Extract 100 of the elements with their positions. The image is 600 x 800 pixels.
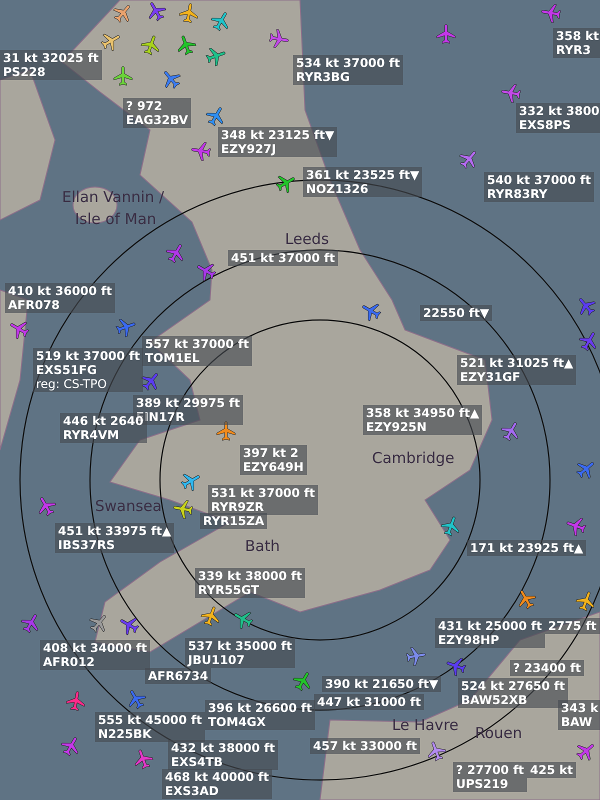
callsign-text: EZY98HP [438,633,500,647]
airplane-icon[interactable] [206,48,226,66]
speed-altitude-text: 555 kt 45000 ft [98,713,202,727]
speed-altitude-text: 531 kt 37000 ft [211,486,316,500]
speed-altitude-text: 557 kt 37000 ft [145,337,250,351]
speed-altitude-text: 431 kt 25000 ft [438,619,542,633]
callsign-text: N225BK [98,727,152,741]
airplane-icon[interactable] [180,474,200,492]
speed-altitude-text: 447 kt 31000 ft [317,695,422,709]
callsign-text: EZY31GF [460,370,520,384]
airplane-icon[interactable] [10,322,30,340]
callsign-text: EAG32BV [126,113,188,127]
speed-altitude-text: 534 kt 37000 ft [296,56,400,70]
place-name-text: Leeds [285,229,329,250]
airplane-icon[interactable] [406,647,426,666]
registration-text: reg: CS-TPO [36,377,107,391]
callsign-text: IBS37RS [58,538,115,552]
speed-altitude-text: 457 kt 33000 ft [313,739,418,753]
airplane-icon[interactable] [206,107,224,126]
airplane-icon[interactable] [440,516,460,536]
callsign-text: BAW52XB [461,693,528,707]
airplane-icon[interactable] [100,34,120,52]
speed-altitude-text: 389 kt 29975 ft [136,396,240,410]
callsign-text: EZY649H [243,460,304,474]
speed-altitude-text: 22550 ft▼ [423,306,490,320]
callsign-text: EXS51FG [36,363,97,377]
callsign-text: AFR012 [43,655,95,669]
airplane-icon[interactable] [576,592,594,612]
speed-altitude-text: 2775 ft [548,619,597,633]
callsign-text: PS228 [3,65,46,79]
speed-altitude-text: 521 kt 31025 ft▲ [460,356,574,370]
airplane-icon[interactable] [210,12,228,32]
callsign-text: RYR4VM [63,428,120,442]
airplane-icon[interactable] [113,5,130,23]
callsign-text: TOM4GX [208,715,266,729]
speed-altitude-text: 358 kt 34950 ft▲ [366,406,480,420]
airplane-icon[interactable] [362,304,382,322]
airplane-icon[interactable] [191,142,211,161]
place-name-text: Swansea [95,496,162,517]
callsign-text: AFR6734 [148,669,208,683]
speed-altitude-text: ? 23400 ft [513,661,582,675]
airplane-icon[interactable] [269,29,289,48]
speed-altitude-text: 397 kt 2 [243,446,298,460]
airplane-icon[interactable] [89,615,106,633]
airplane-icon[interactable] [500,422,518,442]
airplane-icon[interactable] [120,618,140,636]
place-name-text: Le Havre [392,715,459,736]
speed-altitude-text: 358 kt [556,29,599,43]
speed-altitude-text: ? 27700 ft [456,763,524,777]
airplane-icon[interactable] [234,612,254,630]
airplane-icon[interactable] [578,332,596,352]
callsign-text: RYR3BG [296,70,350,84]
airplane-icon[interactable] [178,36,196,56]
speed-altitude-text: 396 kt 26600 ft [208,701,312,715]
airplane-icon[interactable] [276,176,295,194]
place-name-text: Cambridge [372,448,454,469]
speed-altitude-text: 408 kt 34000 ft [43,641,148,655]
airplane-icon[interactable] [164,71,181,89]
airplane-icon[interactable] [173,500,193,519]
speed-altitude-text: 410 kt 36000 ft [8,284,112,298]
callsign-text: RYR83RY [487,187,548,201]
callsign-text: JBU1107 [188,653,245,667]
speed-altitude-text: 425 kt [530,763,573,777]
airplane-icon[interactable] [292,672,310,692]
callsign-text: EXS3AD [165,784,219,798]
callsign-text: EZY927J [221,142,276,156]
airplane-icon[interactable] [179,3,198,23]
speed-altitude-text: 468 kt 40000 ft [165,770,270,784]
airplane-icon[interactable] [446,658,466,676]
airplane-icon[interactable] [459,151,476,169]
airplane-icon[interactable] [576,744,594,761]
speed-altitude-text: 390 kt 21650 ft▼ [325,677,438,691]
speed-altitude-text: 348 kt 23125 ft▼ [221,128,334,142]
speed-altitude-text: 519 kt 37000 ft [36,349,140,363]
callsign-text: RYR9ZR [211,500,264,514]
airplane-icon[interactable] [114,66,132,86]
airplane-icon[interactable] [197,264,216,282]
speed-altitude-text: 343 k [561,701,598,715]
airplane-icon[interactable] [140,36,160,56]
speed-altitude-text: 31 kt 32025 ft [3,51,99,65]
airplane-icon[interactable] [66,691,85,711]
callsign-text: UPS219 [456,777,508,791]
airplane-icon[interactable] [428,742,446,762]
airplane-icon[interactable] [216,421,236,441]
callsign-text: RYR55GT [198,583,260,597]
speed-altitude-text: 432 kt 38000 ft [171,741,276,755]
speed-altitude-text: 339 kt 38000 ft [198,569,302,583]
callsign-text: EXS8PS [519,118,571,132]
speed-altitude-text: 171 kt 23925 ft▲ [470,541,584,555]
callsign-text: AFR078 [8,298,60,312]
airplane-icon[interactable] [200,606,220,626]
speed-altitude-text: 537 kt 35000 ft [188,639,292,653]
callsign-text: EXS4TB [171,755,223,769]
callsign-text: RYR15ZA [203,514,264,528]
speed-altitude-text: 451 kt 33975 ft▲ [58,524,172,538]
airplane-icon[interactable] [134,750,154,770]
callsign-text: RYR3 [556,43,591,57]
airplane-icon[interactable] [518,590,536,610]
airplane-icon[interactable] [148,2,166,22]
speed-altitude-text: 361 kt 23525 ft▼ [306,168,420,182]
